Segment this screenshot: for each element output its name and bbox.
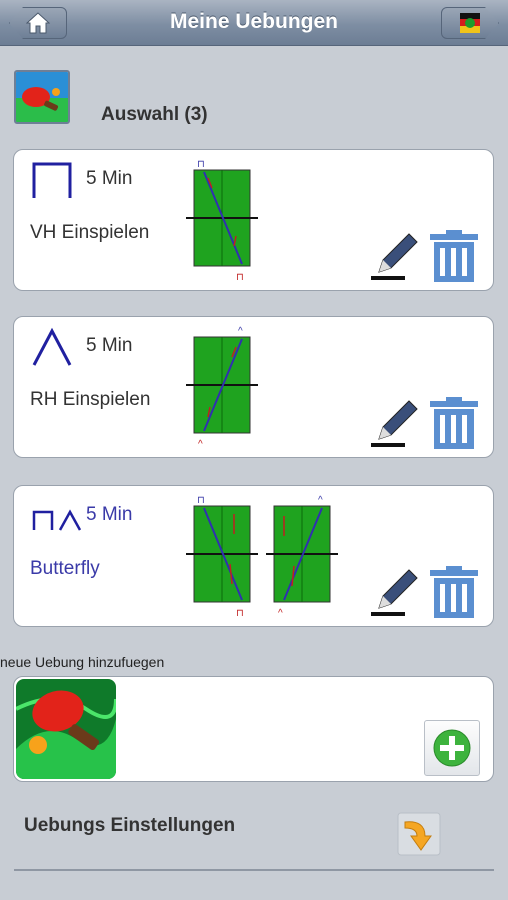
exercise-duration: 5 Min xyxy=(86,504,133,525)
delete-button[interactable] xyxy=(424,564,482,620)
add-button[interactable] xyxy=(424,720,480,776)
add-exercise-card[interactable] xyxy=(13,676,494,782)
add-icon xyxy=(433,729,471,767)
butterfly-symbol-icon xyxy=(32,509,82,531)
exercise-duration: 5 Min xyxy=(86,168,133,189)
forehand-symbol-icon xyxy=(32,162,72,198)
diagram-top-label: ^ xyxy=(238,326,243,337)
trash-icon xyxy=(430,566,478,618)
add-exercise-label: neue Uebung hinzufuegen xyxy=(0,654,165,670)
edit-button[interactable] xyxy=(367,395,423,451)
pencil-icon xyxy=(371,569,418,616)
pencil-icon xyxy=(371,400,418,447)
diagram-top-label: ⊓ xyxy=(197,495,205,506)
settings-button[interactable] xyxy=(397,812,441,856)
table-tennis-icon xyxy=(14,70,70,124)
delete-button[interactable] xyxy=(424,228,482,284)
trash-icon xyxy=(430,230,478,282)
divider xyxy=(14,869,494,871)
settings-label: Uebungs Einstellungen xyxy=(24,815,236,836)
page-title: Meine Uebungen xyxy=(169,10,338,33)
diagram-top-label: ^ xyxy=(318,495,323,506)
backhand-symbol-icon xyxy=(32,327,72,366)
delete-button[interactable] xyxy=(424,395,482,451)
edit-button[interactable] xyxy=(367,564,423,620)
exercise-card[interactable]: 5 Min Butterfly ⊓ ⊓ ^ ^ xyxy=(13,485,494,627)
trash-icon xyxy=(430,397,478,449)
exercise-name: Butterfly xyxy=(30,558,100,579)
diagram-bottom-label: ⊓ xyxy=(236,608,244,619)
diagram-bottom-label: ^ xyxy=(278,608,283,619)
title-bar: Meine Uebungen xyxy=(0,0,508,46)
selection-label: Auswahl (3) xyxy=(101,104,208,125)
diagram-top-label: ⊓ xyxy=(197,159,205,170)
table-tennis-icon xyxy=(16,679,116,779)
pencil-icon xyxy=(371,233,418,280)
exercise-card[interactable]: 5 Min VH Einspielen ⊓ ⊓ xyxy=(13,149,494,291)
exercise-name: RH Einspielen xyxy=(30,389,151,410)
arrow-icon xyxy=(397,812,441,856)
table-diagram-icon: ⊓ ⊓ xyxy=(186,495,258,619)
diagram-bottom-label: ^ xyxy=(198,439,203,450)
exercise-name: VH Einspielen xyxy=(30,222,150,243)
germany-flag-icon xyxy=(457,11,483,35)
table-diagram-icon: ^ ^ xyxy=(186,326,258,450)
table-diagram-icon: ⊓ ⊓ xyxy=(186,159,258,283)
edit-button[interactable] xyxy=(367,228,423,284)
exercise-duration: 5 Min xyxy=(86,335,133,356)
table-diagram-icon: ^ ^ xyxy=(266,495,338,619)
diagram-bottom-label: ⊓ xyxy=(236,272,244,283)
exercise-card[interactable]: 5 Min RH Einspielen ^ ^ xyxy=(13,316,494,458)
